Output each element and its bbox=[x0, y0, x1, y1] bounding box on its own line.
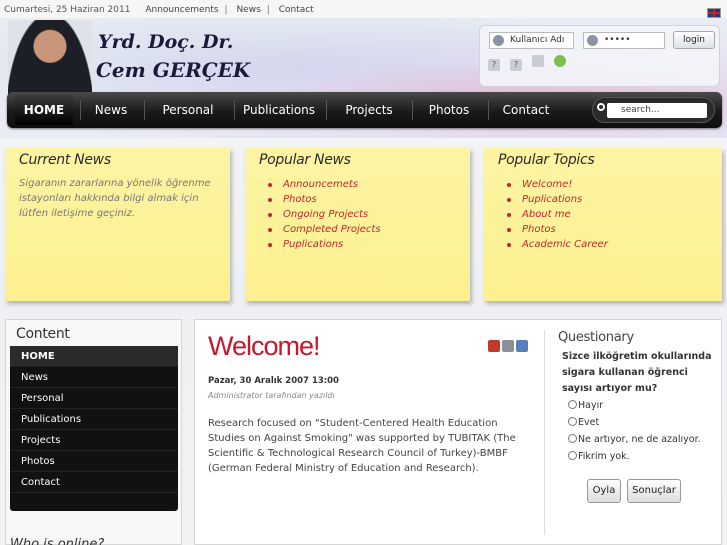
radio-icon[interactable] bbox=[568, 451, 577, 460]
poll-option[interactable]: Hayır bbox=[558, 397, 718, 414]
username-field[interactable]: Kullanıcı Adı bbox=[489, 32, 574, 49]
sidebar-item-photos[interactable]: Photos bbox=[10, 451, 178, 472]
article-body: Research focused on "Student-Centered He… bbox=[208, 418, 516, 474]
popular-topics-item[interactable]: About me bbox=[507, 207, 722, 222]
radio-icon[interactable] bbox=[568, 417, 577, 426]
nav-news[interactable]: News bbox=[85, 92, 137, 128]
popular-topics-item[interactable]: Academic Career bbox=[507, 237, 722, 252]
email-icon[interactable] bbox=[516, 340, 528, 352]
contact-link[interactable]: Contact bbox=[279, 5, 314, 15]
user-icon bbox=[493, 35, 504, 46]
current-news-title: Current News bbox=[19, 152, 111, 168]
sidebar-title: Content bbox=[16, 326, 70, 342]
poll-option[interactable]: Evet bbox=[558, 414, 718, 431]
article-tools bbox=[488, 340, 530, 355]
site-logo[interactable]: Yrd. Doç. Dr. Cem GERÇEK bbox=[96, 28, 250, 84]
forgot-password-icon[interactable]: ? bbox=[488, 59, 500, 71]
popular-topics-title: Popular Topics bbox=[498, 152, 595, 168]
password-field[interactable]: ••••• bbox=[583, 32, 665, 49]
login-button[interactable]: login bbox=[673, 31, 715, 49]
current-news-note: Current News Sigaranın zararlarına yönel… bbox=[5, 148, 230, 301]
main-content: Welcome! Pazar, 30 Aralık 2007 13:00 Adm… bbox=[194, 319, 722, 545]
nav-contact[interactable]: Contact bbox=[495, 92, 557, 128]
announcements-link[interactable]: Announcements bbox=[145, 5, 218, 15]
nav-projects[interactable]: Projects bbox=[334, 92, 404, 128]
vote-button[interactable]: Oyla bbox=[587, 479, 621, 503]
main-nav: HOME News Personal Publications Projects… bbox=[7, 92, 722, 128]
article-author: Administrator tarafından yazıldı bbox=[208, 391, 335, 400]
pdf-icon[interactable] bbox=[488, 340, 500, 352]
print-icon[interactable] bbox=[502, 340, 514, 352]
poll-option[interactable]: Fikrim yok. bbox=[558, 448, 718, 465]
english-flag-icon[interactable] bbox=[707, 8, 721, 18]
popular-topics-item[interactable]: Welcome! bbox=[507, 177, 722, 192]
popular-topics-note: Popular Topics Welcome! Puplications Abo… bbox=[484, 148, 722, 301]
key-icon bbox=[587, 35, 598, 46]
sidebar-item-personal[interactable]: Personal bbox=[10, 388, 178, 409]
article-date: Pazar, 30 Aralık 2007 13:00 bbox=[208, 376, 339, 386]
radio-icon[interactable] bbox=[568, 400, 577, 409]
popular-news-item[interactable]: Ongoing Projects bbox=[268, 207, 470, 222]
sidebar-item-projects[interactable]: Projects bbox=[10, 430, 178, 451]
current-date: Cumartesi, 25 Haziran 2011 bbox=[4, 5, 131, 15]
current-news-text: Sigaranın zararlarına yönelik öğrenme is… bbox=[19, 178, 211, 219]
popular-news-note: Popular News Announcemets Photos Ongoing… bbox=[245, 148, 470, 301]
nav-publications[interactable]: Publications bbox=[239, 92, 319, 128]
news-link[interactable]: News bbox=[236, 5, 260, 15]
register-icon[interactable] bbox=[532, 55, 544, 67]
nav-home[interactable]: HOME bbox=[15, 95, 73, 125]
top-bar: Cumartesi, 25 Haziran 2011 Announcements… bbox=[4, 5, 314, 15]
poll-title: Questionary bbox=[558, 330, 634, 345]
sidebar-item-news[interactable]: News bbox=[10, 367, 178, 388]
popular-news-item[interactable]: Completed Projects bbox=[268, 222, 470, 237]
popular-topics-item[interactable]: Photos bbox=[507, 222, 722, 237]
article-title: Welcome! bbox=[208, 331, 321, 361]
popular-news-item[interactable]: Puplications bbox=[268, 237, 470, 252]
popular-topics-item[interactable]: Puplications bbox=[507, 192, 722, 207]
results-button[interactable]: Sonuçlar bbox=[627, 479, 681, 503]
sidebar-item-publications[interactable]: Publications bbox=[10, 409, 178, 430]
search-box: search... bbox=[592, 97, 715, 123]
nav-personal[interactable]: Personal bbox=[151, 92, 225, 128]
sidebar-item-home[interactable]: HOME bbox=[10, 346, 178, 367]
who-online-title: Who is online? bbox=[10, 537, 105, 545]
sidebar-menu: HOME News Personal Publications Projects… bbox=[10, 346, 178, 511]
search-input[interactable]: search... bbox=[607, 103, 707, 118]
login-options: ?? bbox=[488, 55, 576, 71]
popular-news-title: Popular News bbox=[259, 152, 351, 168]
online-status-icon[interactable] bbox=[554, 55, 566, 67]
sidebar-item-contact[interactable]: Contact bbox=[10, 472, 178, 493]
popular-news-item[interactable]: Announcemets bbox=[268, 177, 470, 192]
forgot-username-icon[interactable]: ? bbox=[510, 59, 522, 71]
poll-option[interactable]: Ne artıyor, ne de azalıyor. bbox=[558, 431, 718, 448]
poll: Questionary Sizce ilköğretim okullarında… bbox=[558, 330, 718, 465]
sidebar: Content HOME News Personal Publications … bbox=[5, 319, 182, 545]
radio-icon[interactable] bbox=[568, 434, 577, 443]
popular-news-item[interactable]: Photos bbox=[268, 192, 470, 207]
search-icon bbox=[597, 103, 605, 111]
nav-photos[interactable]: Photos bbox=[419, 92, 479, 128]
poll-question: Sizce ilköğretim okullarında sigara kull… bbox=[562, 351, 712, 394]
login-box: Kullanıcı Adı ••••• login ?? bbox=[479, 25, 720, 87]
